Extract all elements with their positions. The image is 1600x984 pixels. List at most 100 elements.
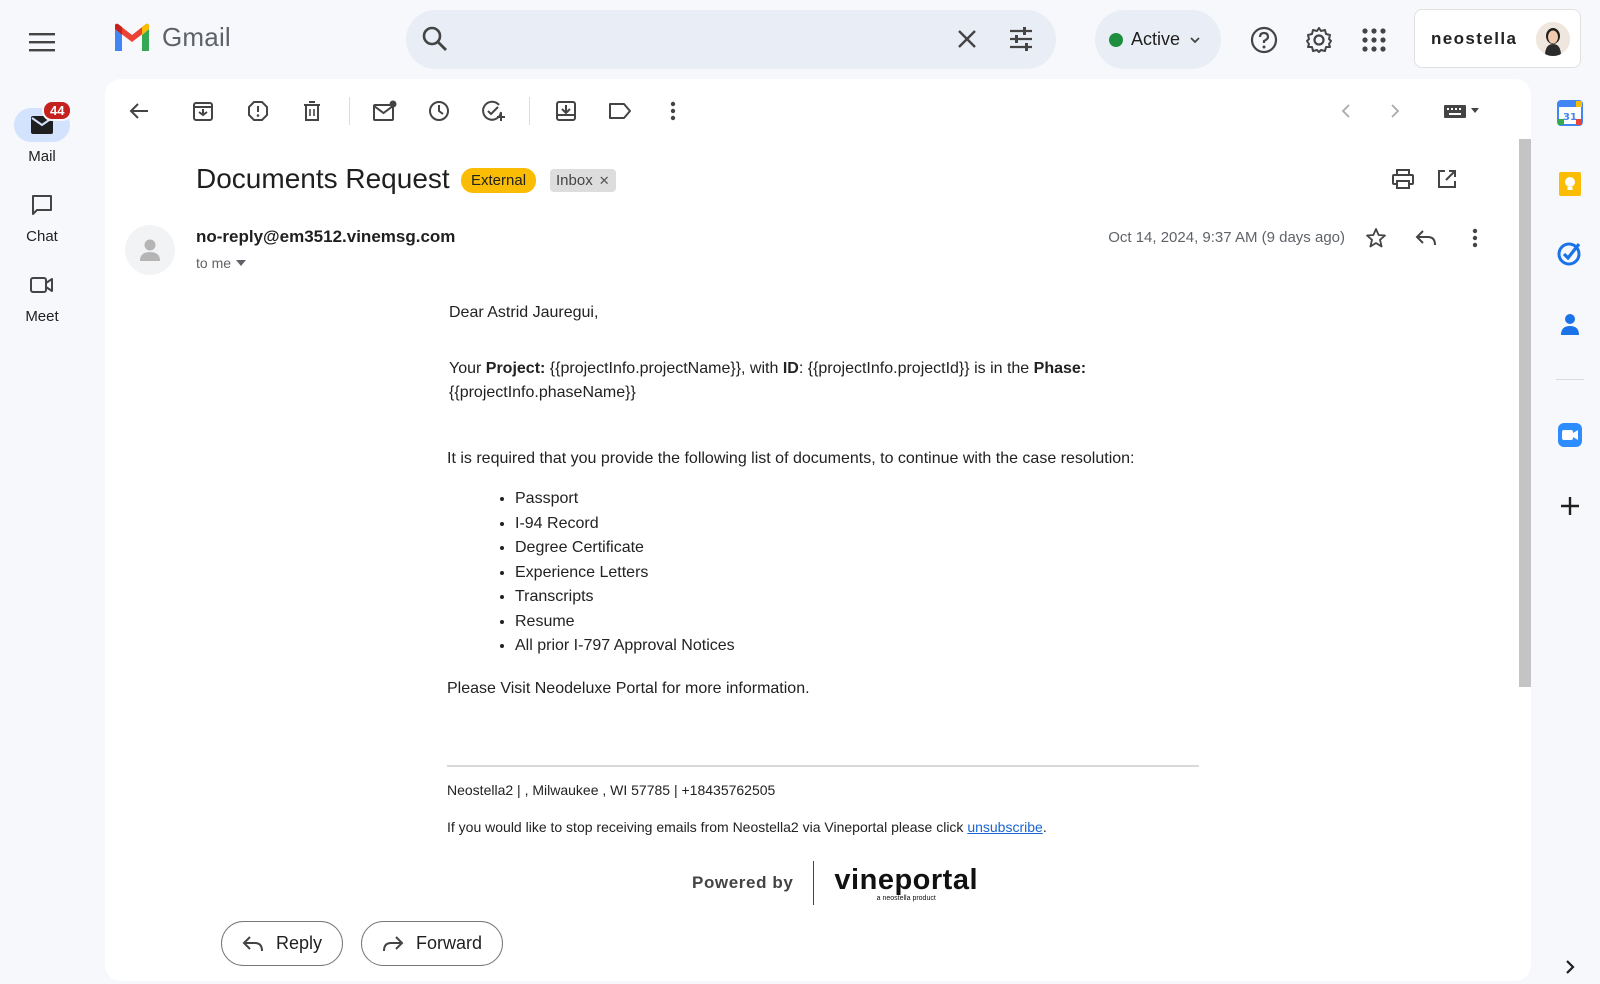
external-label-chip: External	[461, 168, 537, 193]
help-button[interactable]	[1244, 20, 1284, 60]
labels-button[interactable]	[604, 95, 636, 127]
rail-item-chat[interactable]: Chat	[0, 188, 84, 245]
chevron-down-icon	[1190, 36, 1200, 43]
forward-button[interactable]: Forward	[361, 921, 504, 966]
bold-run: ID	[782, 360, 799, 377]
recipient-details-toggle[interactable]: to me	[196, 255, 247, 271]
forward-label: Forward	[416, 933, 483, 953]
zoom-app-button[interactable]	[1554, 419, 1586, 451]
contacts-app-button[interactable]	[1554, 308, 1586, 340]
search-bar	[406, 10, 1056, 69]
unsubscribe-link[interactable]: unsubscribe	[967, 819, 1043, 835]
gmail-wordmark: Gmail	[162, 22, 231, 52]
clock-icon	[429, 101, 449, 121]
move-to-button[interactable]	[550, 95, 582, 127]
get-addons-button[interactable]	[1554, 490, 1586, 522]
rail-label-mail: Mail	[28, 148, 56, 165]
message-more-button[interactable]	[1459, 222, 1491, 254]
vineportal-tagline: a neostella product	[876, 894, 936, 902]
list-item: Experience Letters	[515, 561, 1207, 586]
sender-avatar[interactable]	[125, 225, 175, 275]
more-options-button[interactable]	[657, 95, 689, 127]
page-title: Documents Request	[196, 163, 450, 194]
older-message-button[interactable]	[1379, 95, 1411, 127]
trash-icon	[304, 101, 320, 121]
list-item: Transcripts	[515, 585, 1207, 610]
inbox-label-chip: Inbox ✕	[550, 169, 616, 192]
newer-message-button[interactable]	[1330, 95, 1362, 127]
print-all-button[interactable]	[1387, 163, 1419, 195]
gmail-logo[interactable]: Gmail	[112, 22, 231, 53]
open-in-new-icon	[1438, 170, 1456, 188]
rail-item-meet[interactable]: Meet	[0, 268, 84, 325]
remove-label-button[interactable]: ✕	[599, 173, 610, 189]
toolbar-divider	[349, 97, 350, 125]
add-to-tasks-button[interactable]	[477, 95, 509, 127]
reply-icon	[242, 935, 263, 951]
footer-unsubscribe: If you would like to stop receiving emai…	[447, 819, 1047, 835]
rail-item-mail[interactable]: 44 Mail	[0, 100, 84, 165]
account-button[interactable]: neostella	[1414, 9, 1581, 68]
more-vert-icon	[670, 101, 676, 121]
search-input[interactable]	[468, 20, 948, 60]
hamburger-icon	[29, 33, 55, 52]
snooze-button[interactable]	[423, 95, 455, 127]
mark-unread-button[interactable]	[369, 95, 401, 127]
list-item: I-94 Record	[515, 512, 1207, 537]
main-menu-button[interactable]	[22, 22, 62, 62]
keep-app-button[interactable]	[1554, 168, 1586, 200]
search-options-button[interactable]	[1007, 25, 1035, 53]
report-icon	[248, 101, 268, 121]
show-side-panel-button[interactable]	[1554, 951, 1586, 983]
label-icon	[609, 103, 631, 119]
portal-paragraph: Please Visit Neodeluxe Portal for more i…	[447, 679, 810, 697]
greeting: Dear Astrid Jauregui,	[449, 304, 599, 321]
list-item: All prior I-797 Approval Notices	[515, 634, 1207, 659]
text-run: {{projectInfo.phaseName}}	[449, 384, 636, 401]
delete-button[interactable]	[296, 95, 328, 127]
apps-grid-icon	[1362, 28, 1386, 52]
status-selector[interactable]: Active	[1095, 10, 1221, 69]
documents-list: Passport I-94 Record Degree Certificate …	[447, 487, 1207, 659]
footer-divider	[447, 765, 1199, 767]
more-vert-icon	[1472, 228, 1478, 248]
keep-icon	[1559, 172, 1581, 196]
apps-button[interactable]	[1354, 20, 1394, 60]
status-label: Active	[1131, 29, 1181, 49]
archive-button[interactable]	[187, 95, 219, 127]
message-date: Oct 14, 2024, 9:37 AM (9 days ago)	[1108, 229, 1345, 246]
footer-address: Neostella2 | , Milwaukee , WI 57785 | +1…	[447, 782, 776, 798]
rail-meet-icon-wrap	[14, 268, 70, 302]
tasks-app-button[interactable]	[1554, 237, 1586, 269]
calendar-app-button[interactable]: 31	[1554, 97, 1586, 129]
avatar	[1536, 22, 1570, 56]
sender-address[interactable]: no-reply@em3512.vinemsg.com	[196, 227, 455, 247]
report-spam-button[interactable]	[242, 95, 274, 127]
powered-by-text: Powered by	[692, 873, 794, 892]
back-button[interactable]	[123, 95, 155, 127]
chat-icon	[32, 195, 52, 215]
toolbar-divider	[529, 97, 530, 125]
text-run: Your	[449, 360, 486, 377]
list-item: Degree Certificate	[515, 536, 1207, 561]
star-icon	[1366, 228, 1386, 248]
open-new-window-button[interactable]	[1431, 163, 1463, 195]
chevron-right-icon	[1566, 960, 1575, 974]
contacts-icon	[1561, 314, 1579, 335]
message-body: Dear Astrid Jauregui, Your Project: {{pr…	[447, 301, 1207, 701]
clear-search-button[interactable]	[953, 25, 981, 53]
input-tools-button[interactable]	[1441, 95, 1485, 127]
rail-mail-icon-wrap: 44	[14, 100, 73, 142]
search-button[interactable]	[420, 24, 450, 54]
powered-divider	[813, 861, 815, 905]
reply-icon-button[interactable]	[1410, 222, 1442, 254]
move-to-icon	[556, 101, 576, 121]
recipient-text: to me	[196, 255, 232, 271]
forward-icon	[383, 935, 404, 951]
powered-by-banner: Powered by vineportal a neostella produc…	[692, 861, 978, 905]
settings-button[interactable]	[1299, 20, 1339, 60]
scrollbar[interactable]	[1519, 139, 1531, 687]
star-button[interactable]	[1360, 222, 1392, 254]
tune-icon	[1010, 27, 1032, 51]
reply-button[interactable]: Reply	[221, 921, 344, 966]
